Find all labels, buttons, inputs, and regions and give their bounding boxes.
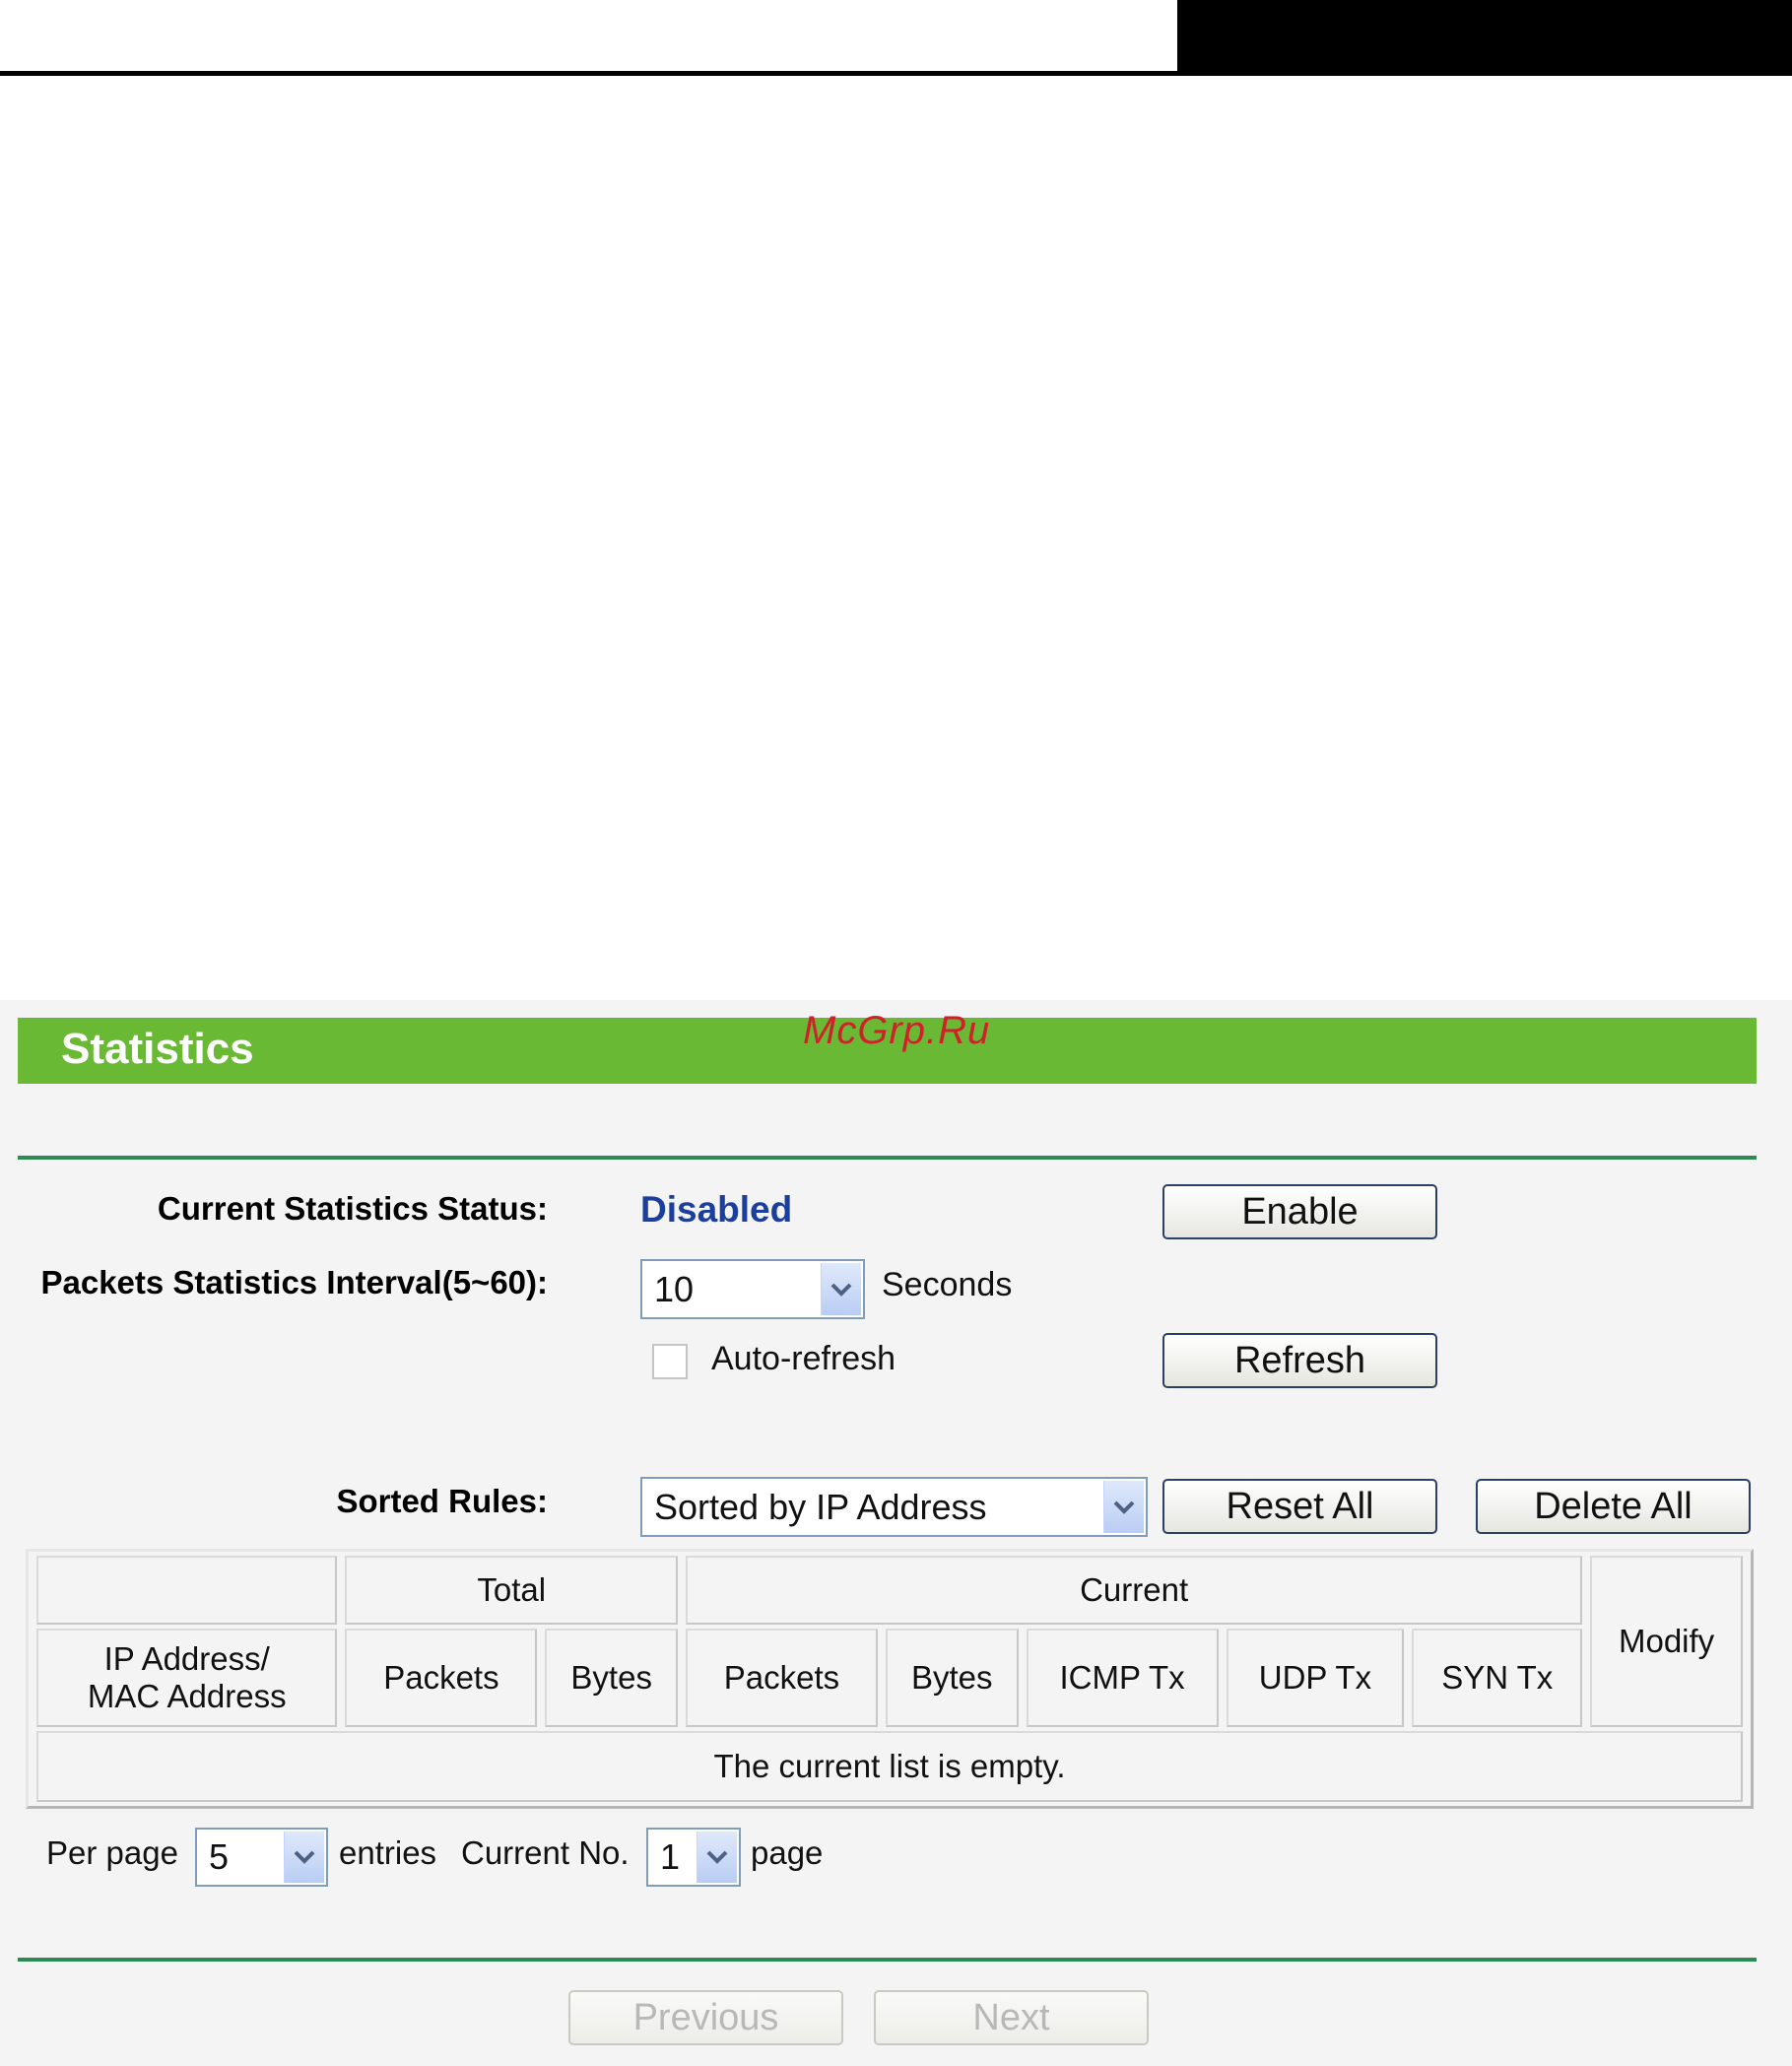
- chevron-down-icon[interactable]: [284, 1832, 324, 1883]
- status-label: Current Statistics Status:: [157, 1190, 548, 1227]
- previous-button[interactable]: Previous: [568, 1990, 843, 2045]
- current-no-label: Current No.: [461, 1834, 630, 1871]
- reset-all-button[interactable]: Reset All: [1162, 1479, 1437, 1534]
- bottom-divider: [18, 1958, 1757, 1962]
- page-label: page: [751, 1834, 824, 1871]
- top-divider: [18, 1156, 1757, 1160]
- address-header-line2: MAC Address: [87, 1677, 287, 1714]
- address-header: IP Address/ MAC Address: [36, 1629, 338, 1727]
- delete-all-button[interactable]: Delete All: [1476, 1479, 1751, 1534]
- current-page-value: 1: [660, 1836, 681, 1877]
- current-packets-header: Packets: [686, 1629, 878, 1727]
- current-header: Current: [686, 1556, 1583, 1626]
- chevron-down-icon[interactable]: [1103, 1481, 1144, 1533]
- page-title: Statistics: [61, 1025, 254, 1073]
- sort-value: Sorted by IP Address: [654, 1486, 987, 1527]
- total-header: Total: [345, 1556, 679, 1626]
- address-header-line1: IP Address/: [103, 1639, 270, 1677]
- per-page-select[interactable]: 5: [195, 1828, 328, 1887]
- enable-button[interactable]: Enable: [1162, 1184, 1437, 1239]
- statistics-table: Total Current Modify IP Address/ MAC Add…: [26, 1549, 1754, 1809]
- per-page-label: Per page: [46, 1834, 178, 1871]
- entries-label: entries: [339, 1834, 437, 1871]
- chevron-down-icon[interactable]: [821, 1263, 861, 1315]
- udp-tx-header: UDP Tx: [1226, 1629, 1405, 1727]
- empty-list-message: The current list is empty.: [36, 1730, 1743, 1802]
- per-page-value: 5: [209, 1836, 230, 1877]
- watermark: McGrp.Ru: [803, 1009, 991, 1052]
- refresh-button[interactable]: Refresh: [1162, 1333, 1437, 1388]
- sort-select[interactable]: Sorted by IP Address: [640, 1477, 1148, 1537]
- interval-unit: Seconds: [882, 1266, 1013, 1303]
- interval-value: 10: [654, 1268, 695, 1309]
- chevron-down-icon[interactable]: [697, 1832, 737, 1883]
- sort-label: Sorted Rules:: [336, 1483, 548, 1519]
- auto-refresh-label: Auto-refresh: [711, 1340, 896, 1377]
- total-packets-header: Packets: [345, 1629, 538, 1727]
- modify-header: Modify: [1590, 1556, 1743, 1727]
- icmp-tx-header: ICMP Tx: [1026, 1629, 1219, 1727]
- total-bytes-header: Bytes: [545, 1629, 679, 1727]
- current-bytes-header: Bytes: [885, 1629, 1019, 1727]
- top-rule: [0, 71, 1792, 76]
- interval-label: Packets Statistics Interval(5~60):: [40, 1264, 548, 1300]
- current-page-select[interactable]: 1: [646, 1828, 741, 1887]
- top-dark-block: [1177, 0, 1792, 76]
- next-button[interactable]: Next: [874, 1990, 1149, 2045]
- empty-header-cell: [36, 1556, 338, 1626]
- interval-select[interactable]: 10: [640, 1259, 865, 1319]
- syn-tx-header: SYN Tx: [1412, 1629, 1583, 1727]
- status-value: Disabled: [640, 1189, 793, 1230]
- auto-refresh-checkbox[interactable]: [652, 1344, 688, 1379]
